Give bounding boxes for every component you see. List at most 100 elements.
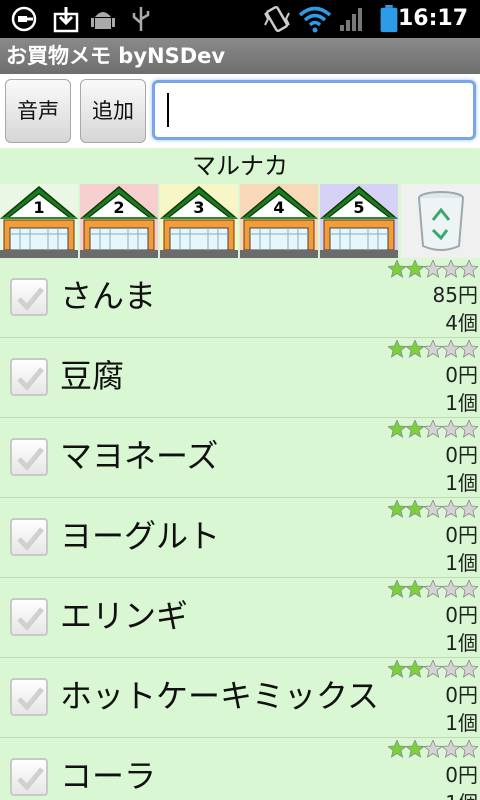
rating-stars[interactable] xyxy=(388,340,478,358)
rating-stars[interactable] xyxy=(388,740,478,758)
store-tab-2[interactable]: 2 xyxy=(79,184,159,258)
star-icon[interactable] xyxy=(422,420,444,438)
store-tab-4[interactable]: 4 xyxy=(239,184,319,258)
store-tab-3[interactable]: 3 xyxy=(159,184,239,258)
item-checkbox[interactable] xyxy=(10,758,48,796)
item-name: マヨネーズ xyxy=(60,437,219,475)
recycle-bin-icon xyxy=(401,184,480,258)
checkmark-icon xyxy=(17,767,44,791)
checkmark-icon xyxy=(17,447,44,471)
app-title: お買物メモ byNSDev xyxy=(0,38,480,74)
android-icon xyxy=(91,12,115,29)
item-checkbox[interactable] xyxy=(10,678,48,716)
usb-icon xyxy=(132,7,150,31)
item-price: 0円 xyxy=(445,363,478,387)
store-house-icon xyxy=(319,184,399,258)
list-item[interactable]: ホットケーキミックス 0円 1個 xyxy=(0,658,480,738)
star-icon[interactable] xyxy=(458,660,478,678)
list-item[interactable]: 豆腐 0円 1個 xyxy=(0,338,480,418)
add-button[interactable]: 追加 xyxy=(80,79,146,143)
item-name: コーラ xyxy=(60,757,157,795)
checkmark-icon xyxy=(17,687,44,711)
item-checkbox[interactable] xyxy=(10,358,48,396)
store-number: 2 xyxy=(113,198,125,217)
store-tab-1[interactable]: 1 xyxy=(0,184,79,258)
star-icon[interactable] xyxy=(440,660,462,678)
star-icon[interactable] xyxy=(458,580,478,598)
list-item[interactable]: エリンギ 0円 1個 xyxy=(0,578,480,658)
item-quantity: 1個 xyxy=(445,551,478,575)
list-item[interactable]: さんま 85円 4個 xyxy=(0,258,480,338)
star-icon[interactable] xyxy=(404,660,426,678)
store-house-icon xyxy=(239,184,319,258)
item-checkbox[interactable] xyxy=(10,598,48,636)
star-icon[interactable] xyxy=(422,340,444,358)
star-icon[interactable] xyxy=(388,740,408,758)
store-house-icon xyxy=(159,184,239,258)
item-name: ヨーグルト xyxy=(60,517,221,555)
item-input[interactable] xyxy=(155,83,473,137)
store-number: 4 xyxy=(273,198,285,217)
star-icon[interactable] xyxy=(440,420,462,438)
star-icon[interactable] xyxy=(422,260,444,278)
star-icon[interactable] xyxy=(440,580,462,598)
item-name: エリンギ xyxy=(60,597,189,635)
item-name: さんま xyxy=(60,277,157,315)
star-icon[interactable] xyxy=(422,500,444,518)
item-quantity: 1個 xyxy=(445,791,478,800)
rating-stars[interactable] xyxy=(388,260,478,278)
star-icon[interactable] xyxy=(458,420,478,438)
status-bar: 16:17 xyxy=(0,0,480,38)
clock: 16:17 xyxy=(397,6,468,31)
star-icon[interactable] xyxy=(404,340,426,358)
item-input-field[interactable] xyxy=(152,80,476,140)
list-item[interactable]: コーラ 0円 1個 xyxy=(0,738,480,800)
rating-stars[interactable] xyxy=(388,420,478,438)
star-icon[interactable] xyxy=(422,660,444,678)
star-icon[interactable] xyxy=(388,500,408,518)
star-icon[interactable] xyxy=(404,420,426,438)
star-icon[interactable] xyxy=(440,260,462,278)
star-icon[interactable] xyxy=(440,340,462,358)
rating-stars[interactable] xyxy=(388,580,478,598)
list-item[interactable]: マヨネーズ 0円 1個 xyxy=(0,418,480,498)
checkmark-icon xyxy=(17,287,44,311)
star-icon[interactable] xyxy=(440,500,462,518)
list-item[interactable]: ヨーグルト 0円 1個 xyxy=(0,498,480,578)
store-tab-5[interactable]: 5 xyxy=(319,184,399,258)
rating-stars[interactable] xyxy=(388,660,478,678)
item-checkbox[interactable] xyxy=(10,438,48,476)
star-icon[interactable] xyxy=(458,340,478,358)
item-price: 85円 xyxy=(432,283,478,307)
star-icon[interactable] xyxy=(422,740,444,758)
voice-button[interactable]: 音声 xyxy=(5,79,71,143)
item-checkbox[interactable] xyxy=(10,518,48,556)
star-icon[interactable] xyxy=(388,260,408,278)
star-icon[interactable] xyxy=(388,580,408,598)
battery-icon xyxy=(380,5,398,33)
item-quantity: 4個 xyxy=(445,311,478,335)
item-price: 0円 xyxy=(445,763,478,787)
star-icon[interactable] xyxy=(404,740,426,758)
toolbar: 音声 追加 xyxy=(0,74,480,148)
star-icon[interactable] xyxy=(388,420,408,438)
star-icon[interactable] xyxy=(440,740,462,758)
star-icon[interactable] xyxy=(404,580,426,598)
trash-button[interactable] xyxy=(401,184,480,258)
store-number: 1 xyxy=(33,198,45,217)
item-list: さんま 85円 4個 豆腐 0円 1個 マヨネーズ 0円 1個 ヨーグルト 0円 1個 エリンギ 0円 1個… xyxy=(0,258,480,800)
star-icon[interactable] xyxy=(404,500,426,518)
star-icon[interactable] xyxy=(388,660,408,678)
store-tabs: 1 2 3 4 5 xyxy=(0,184,480,258)
star-icon[interactable] xyxy=(404,260,426,278)
item-price: 0円 xyxy=(445,523,478,547)
star-icon[interactable] xyxy=(458,260,478,278)
item-quantity: 1個 xyxy=(445,711,478,735)
wifi-icon xyxy=(298,6,332,33)
item-checkbox[interactable] xyxy=(10,278,48,316)
star-icon[interactable] xyxy=(388,340,408,358)
star-icon[interactable] xyxy=(422,580,444,598)
star-icon[interactable] xyxy=(458,500,478,518)
star-icon[interactable] xyxy=(458,740,478,758)
rating-stars[interactable] xyxy=(388,500,478,518)
